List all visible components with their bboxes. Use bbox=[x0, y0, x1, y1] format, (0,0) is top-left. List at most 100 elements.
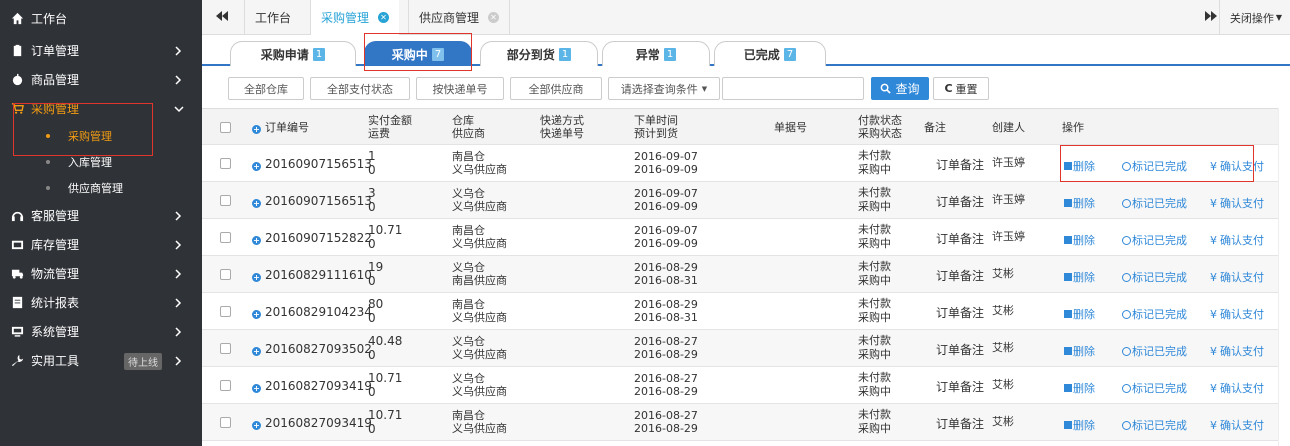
delete-button[interactable]: 删除 bbox=[1064, 195, 1095, 211]
sidebar-item-service[interactable]: 客服管理 bbox=[0, 201, 202, 230]
yen-icon: ¥ bbox=[1210, 307, 1217, 321]
delete-button[interactable]: 删除 bbox=[1064, 380, 1095, 396]
freight-cell: 0 bbox=[368, 422, 376, 436]
sidebar-item-products[interactable]: 商品管理 bbox=[0, 65, 202, 94]
order-no-cell[interactable]: +20160907156513 bbox=[252, 158, 372, 171]
sidebar-subitem-purchase-manage[interactable]: 采购管理 bbox=[0, 123, 202, 149]
sidebar-item-label: 采购管理 bbox=[31, 102, 80, 116]
order-no-cell[interactable]: +20160827093419 bbox=[252, 380, 372, 393]
mark-done-button[interactable]: 标记已完成 bbox=[1122, 417, 1187, 433]
delete-button[interactable]: 删除 bbox=[1064, 306, 1095, 322]
query-button[interactable]: 查询 bbox=[871, 77, 929, 100]
mark-done-button[interactable]: 标记已完成 bbox=[1122, 232, 1187, 248]
confirm-pay-button[interactable]: ¥ 确认支付 bbox=[1210, 158, 1264, 174]
confirm-pay-button[interactable]: ¥ 确认支付 bbox=[1210, 417, 1264, 433]
expand-icon[interactable]: + bbox=[252, 384, 261, 393]
wrench-icon bbox=[10, 354, 24, 368]
mark-done-button[interactable]: 标记已完成 bbox=[1122, 269, 1187, 285]
expand-icon[interactable]: + bbox=[252, 347, 261, 356]
expand-icon[interactable]: + bbox=[252, 421, 261, 430]
delete-button[interactable]: 删除 bbox=[1064, 232, 1095, 248]
double-chevron-left-icon[interactable] bbox=[216, 11, 230, 23]
vertical-scrollbar[interactable] bbox=[1278, 108, 1290, 446]
confirm-pay-button[interactable]: ¥ 确认支付 bbox=[1210, 343, 1264, 359]
expand-icon[interactable]: + bbox=[252, 236, 261, 245]
order-no-cell[interactable]: +20160827093419 bbox=[252, 417, 372, 430]
trash-icon bbox=[1064, 199, 1072, 207]
expand-icon[interactable]: + bbox=[252, 273, 261, 282]
delete-button[interactable]: 删除 bbox=[1064, 343, 1095, 359]
sidebar-item-workbench[interactable]: 工作台 bbox=[0, 0, 202, 36]
close-icon[interactable]: ✕ bbox=[488, 12, 500, 23]
sidebar-item-purchase[interactable]: 采购管理 bbox=[0, 94, 202, 123]
close-operations-dropdown[interactable]: 关闭操作 ▼ bbox=[1218, 0, 1282, 35]
status-tab-done[interactable]: 已完成 7 bbox=[714, 41, 826, 66]
sidebar-subitem-supplier[interactable]: 供应商管理 bbox=[0, 175, 202, 201]
mark-done-button[interactable]: 标记已完成 bbox=[1122, 306, 1187, 322]
expand-icon[interactable]: + bbox=[252, 310, 261, 319]
tab-workbench[interactable]: 工作台 bbox=[244, 0, 301, 35]
express-no-input[interactable]: 按快递单号 bbox=[416, 77, 504, 100]
row-checkbox[interactable] bbox=[220, 269, 231, 280]
confirm-pay-button[interactable]: ¥ 确认支付 bbox=[1210, 380, 1264, 396]
pay-status-select[interactable]: 全部支付状态 bbox=[310, 77, 410, 100]
confirm-pay-button[interactable]: ¥ 确认支付 bbox=[1210, 195, 1264, 211]
sidebar-item-inventory[interactable]: 库存管理 bbox=[0, 230, 202, 259]
sidebar-item-system[interactable]: 系统管理 bbox=[0, 317, 202, 346]
status-tab-abnormal[interactable]: 异常 1 bbox=[602, 41, 710, 66]
expand-icon[interactable]: + bbox=[252, 199, 261, 208]
row-checkbox[interactable] bbox=[220, 158, 231, 169]
supplier-select[interactable]: 全部供应商 bbox=[510, 77, 602, 100]
status-tab-label: 部分到货 bbox=[506, 47, 555, 62]
supplier-cell: 义乌供应商 bbox=[452, 200, 507, 213]
yen-icon: ¥ bbox=[1210, 270, 1217, 284]
status-tab-apply[interactable]: 采购申请 1 bbox=[230, 41, 356, 66]
order-no-cell[interactable]: +20160829104234 bbox=[252, 306, 372, 319]
table-header: + 订单编号 实付金额 运费 仓库 供应商 快递方式 快递单号 下单时间 预计到货… bbox=[202, 108, 1278, 145]
trash-icon bbox=[1064, 421, 1072, 429]
row-checkbox[interactable] bbox=[220, 417, 231, 428]
confirm-pay-button[interactable]: ¥ 确认支付 bbox=[1210, 306, 1264, 322]
reset-button[interactable]: C 重置 bbox=[933, 77, 989, 100]
select-all-checkbox[interactable] bbox=[220, 122, 231, 133]
sidebar-subitem-inbound[interactable]: 入库管理 bbox=[0, 149, 202, 175]
confirm-pay-button[interactable]: ¥ 确认支付 bbox=[1210, 269, 1264, 285]
order-no-cell[interactable]: +20160907156513 bbox=[252, 195, 372, 208]
double-chevron-right-icon[interactable] bbox=[1205, 11, 1217, 24]
tab-bar: 工作台 采购管理 ✕ 供应商管理 ✕ 关闭操作 ▼ bbox=[202, 0, 1290, 35]
sidebar-item-reports[interactable]: 统计报表 bbox=[0, 288, 202, 317]
tab-supplier[interactable]: 供应商管理 ✕ bbox=[408, 0, 511, 35]
trash-icon bbox=[1064, 310, 1072, 318]
mark-done-button[interactable]: 标记已完成 bbox=[1122, 380, 1187, 396]
delete-button[interactable]: 删除 bbox=[1064, 269, 1095, 285]
sidebar-item-orders[interactable]: 订单管理 bbox=[0, 36, 202, 65]
row-checkbox[interactable] bbox=[220, 232, 231, 243]
row-checkbox[interactable] bbox=[220, 195, 231, 206]
row-checkbox[interactable] bbox=[220, 380, 231, 391]
search-input[interactable] bbox=[722, 77, 864, 100]
status-tab-purchasing[interactable]: 采购中 7 bbox=[364, 41, 472, 66]
expand-icon[interactable]: + bbox=[252, 162, 261, 171]
trash-icon bbox=[1064, 273, 1072, 281]
mark-done-button[interactable]: 标记已完成 bbox=[1122, 343, 1187, 359]
order-no-cell[interactable]: +20160829111610 bbox=[252, 269, 372, 282]
delete-button[interactable]: 删除 bbox=[1064, 158, 1095, 174]
order-no-cell[interactable]: +20160827093502 bbox=[252, 343, 372, 356]
close-icon[interactable]: ✕ bbox=[378, 12, 390, 23]
tab-purchase[interactable]: 采购管理 ✕ bbox=[310, 0, 400, 35]
condition-select[interactable]: 请选择查询条件 ▼ bbox=[608, 77, 720, 100]
tab-label: 工作台 bbox=[255, 11, 292, 25]
delete-button[interactable]: 删除 bbox=[1064, 417, 1095, 433]
row-checkbox[interactable] bbox=[220, 306, 231, 317]
sidebar-item-tools[interactable]: 实用工具 待上线 bbox=[0, 346, 202, 375]
warehouse-select[interactable]: 全部仓库 bbox=[228, 77, 304, 100]
sidebar-item-logistics[interactable]: 物流管理 bbox=[0, 259, 202, 288]
confirm-pay-button[interactable]: ¥ 确认支付 bbox=[1210, 232, 1264, 248]
row-checkbox[interactable] bbox=[220, 343, 231, 354]
mark-done-button[interactable]: 标记已完成 bbox=[1122, 195, 1187, 211]
status-tab-label: 采购中 bbox=[391, 47, 428, 62]
mark-done-button[interactable]: 标记已完成 bbox=[1122, 158, 1187, 174]
header-order-time: 下单时间 bbox=[634, 114, 678, 127]
order-no-cell[interactable]: +20160907152822 bbox=[252, 232, 372, 245]
status-tab-partial[interactable]: 部分到货 1 bbox=[480, 41, 598, 66]
